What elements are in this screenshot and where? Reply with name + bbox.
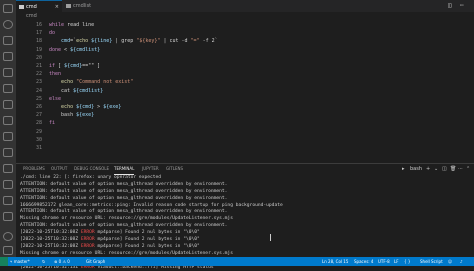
terminal-line: ATTENTION: default value of option mesa_… xyxy=(20,181,228,187)
search-icon[interactable] xyxy=(3,20,13,29)
language-mode[interactable]: Shell Script xyxy=(420,257,443,266)
maximize-panel-icon[interactable]: ⌃ xyxy=(466,164,470,174)
line-number: 23 xyxy=(35,79,42,86)
cursor-position[interactable]: Ln 28, Col 15 xyxy=(322,257,348,266)
panel-tab-bar: PROBLEMS OUTPUT DEBUG CONSOLE TERMINAL J… xyxy=(16,163,474,175)
branch-icon: ⑂ xyxy=(10,259,13,264)
editor-tabs: cmd × cmdlist ◫ ⋯ xyxy=(16,0,474,12)
code-line: bash ${exe} xyxy=(49,112,95,119)
gear-icon[interactable] xyxy=(3,246,13,255)
tab-debug-console[interactable]: DEBUG CONSOLE xyxy=(74,164,109,174)
more-actions-icon[interactable]: ⋯ xyxy=(460,0,464,12)
chevron-down-icon[interactable]: ⌄ xyxy=(434,164,438,174)
line-number: 25 xyxy=(35,95,42,102)
docker-icon[interactable] xyxy=(3,116,13,125)
sync-icon[interactable]: ↻ xyxy=(42,257,45,266)
source-control-icon[interactable] xyxy=(3,36,13,45)
line-number: 31 xyxy=(35,145,42,151)
split-editor-icon[interactable]: ◫ xyxy=(448,0,452,12)
file-icon xyxy=(19,5,24,9)
line-number: 30 xyxy=(35,136,42,143)
testing-icon[interactable] xyxy=(3,100,13,109)
code-line: echo "Command not exist" xyxy=(61,79,134,86)
line-number: 20 xyxy=(35,54,42,61)
code-line: if [ ${cmd}=="" ] xyxy=(49,63,101,69)
tab-output[interactable]: OUTPUT xyxy=(51,164,67,174)
breadcrumb: cmd xyxy=(16,12,474,21)
line-number: 18 xyxy=(35,38,42,45)
line-number: 29 xyxy=(35,128,42,135)
line-number: 27 xyxy=(35,112,42,119)
account-icon[interactable] xyxy=(3,232,13,241)
terminal-line: [2022-10-25T10:32:08Z ERROR mp4parse] Fo… xyxy=(20,237,200,243)
code-line: else xyxy=(49,95,62,102)
activity-bar xyxy=(0,0,16,257)
line-number: 26 xyxy=(35,104,42,110)
tab-terminal[interactable]: TERMINAL xyxy=(114,164,135,175)
line-number: 22 xyxy=(35,71,42,78)
tab-cmdlist[interactable]: cmdlist xyxy=(63,0,113,12)
text-cursor xyxy=(270,234,275,241)
split-terminal-icon[interactable]: ◫ xyxy=(442,164,447,174)
status-bar: ⑂ master* ↻ ⊗ 0 ⚠ 0 Git Graph Ln 28, Col… xyxy=(0,257,474,266)
code-line: cat ${cmdlist} xyxy=(49,87,104,94)
remote-indicator[interactable] xyxy=(0,257,8,266)
terminal-line: [2022-10-25T10:32:08Z ERROR mp4parse] Fo… xyxy=(20,243,200,249)
database-icon[interactable] xyxy=(3,196,13,205)
file-icon xyxy=(66,4,71,8)
code-line: do xyxy=(49,30,56,37)
terminal-line: ATTENTION: default value of option mesa_… xyxy=(20,188,228,194)
bookmarks-icon[interactable] xyxy=(3,180,13,189)
terminal-line: ATTENTION: default value of option mesa_… xyxy=(20,195,228,201)
feedback-icon[interactable]: ☺ xyxy=(448,257,452,266)
breadcrumb-item[interactable]: cmd xyxy=(26,13,37,19)
branch-name: master* xyxy=(13,259,30,264)
more-actions-icon[interactable]: ⋯ xyxy=(458,164,463,174)
git-graph-button[interactable]: Git Graph xyxy=(86,257,105,266)
timeline-icon[interactable] xyxy=(3,164,13,173)
terminal-shell-icon: ▸ xyxy=(402,166,405,172)
remote-explorer-icon[interactable] xyxy=(3,84,13,93)
tab-label: cmdlist xyxy=(73,3,92,9)
code-line: echo ${cmd} > ${exe} xyxy=(61,104,122,110)
indentation[interactable]: Spaces: 4 xyxy=(354,257,373,266)
line-number: 21 xyxy=(35,63,42,69)
run-debug-icon[interactable] xyxy=(3,52,13,61)
problems-indicator[interactable]: ⊗ 0 ⚠ 0 xyxy=(54,257,70,266)
notes-icon[interactable] xyxy=(3,212,13,221)
terminal-line: ./cmd: line 22: [: firefox: unary operat… xyxy=(20,175,162,180)
tab-jupyter[interactable]: JUPYTER xyxy=(142,164,159,174)
jupyter-icon[interactable] xyxy=(3,148,13,157)
code-editor[interactable]: 16 17 18 19 20 21 22 23 24 25 26 27 28 2… xyxy=(16,21,474,159)
end-of-line[interactable]: LF xyxy=(394,257,399,266)
new-terminal-icon[interactable]: + xyxy=(426,164,430,174)
code-line: fi xyxy=(49,120,56,127)
code-line: cmd=`echo ${line} | grep "${key}" | cut … xyxy=(61,38,218,45)
code-line: done < ${cmdlist} xyxy=(49,46,101,53)
bell-icon[interactable]: ♪ xyxy=(460,257,463,266)
terminal-line: [2022-10-25T10:32:08Z ERROR mp4parse] Fo… xyxy=(20,230,200,236)
tab-problems[interactable]: PROBLEMS xyxy=(23,164,45,174)
explorer-icon[interactable] xyxy=(3,4,13,13)
branch-indicator[interactable]: ⑂ master* xyxy=(10,257,30,266)
trash-icon[interactable]: 🗑 xyxy=(450,164,456,174)
line-number: 19 xyxy=(35,46,42,53)
shell-selector[interactable]: bash xyxy=(410,164,422,174)
gitlens-icon[interactable] xyxy=(3,132,13,141)
tab-cmd[interactable]: cmd × xyxy=(16,0,62,12)
code-line: then xyxy=(49,71,62,78)
line-number: 24 xyxy=(35,87,42,94)
brackets-icon[interactable]: { } xyxy=(404,257,410,266)
code-line: while read line xyxy=(49,22,95,28)
tab-label: cmd xyxy=(26,4,37,10)
line-number: 17 xyxy=(35,30,42,37)
encoding[interactable]: UTF-8 xyxy=(378,257,390,266)
extensions-icon[interactable] xyxy=(3,68,13,77)
tab-gitlens[interactable]: GITLENS xyxy=(166,164,183,174)
line-number: 28 xyxy=(35,120,42,127)
line-number: 16 xyxy=(35,22,42,28)
